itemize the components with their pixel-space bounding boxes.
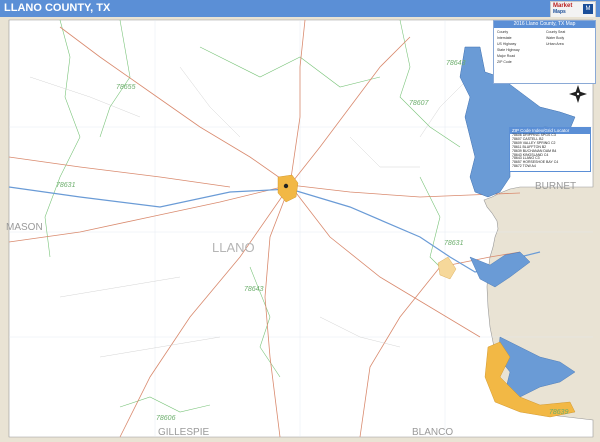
map-legend: 2016 Llano County, TX Map County Interst… bbox=[493, 20, 596, 84]
legend-item: Major Road bbox=[497, 54, 516, 58]
zip-label: 78631 bbox=[56, 182, 76, 189]
county-label: LLANO bbox=[212, 240, 255, 255]
legend-item: Urban Area bbox=[546, 42, 564, 46]
neighbor-mason: MASON bbox=[6, 222, 43, 233]
brand-icon: M bbox=[583, 4, 593, 14]
legend-item: Interstate bbox=[497, 36, 512, 40]
title-bar: LLANO COUNTY, TX Market Maps M bbox=[0, 0, 600, 18]
legend-item: County bbox=[497, 30, 509, 34]
brand-line2: Maps bbox=[553, 9, 566, 15]
neighbor-burnet: BURNET bbox=[535, 181, 576, 192]
zip-label: 78607 bbox=[409, 100, 430, 107]
legend-item: Water Body bbox=[546, 36, 565, 40]
zip-label: 78606 bbox=[156, 415, 176, 422]
brand-logo: Market Maps M bbox=[550, 1, 596, 18]
page-title: LLANO COUNTY, TX bbox=[4, 2, 111, 14]
legend-item: ZIP Code bbox=[497, 60, 512, 64]
legend-item: US Highway bbox=[497, 42, 517, 46]
zip-index-panel: ZIP Code Index/Grid Locator 78606 DRIPPI… bbox=[509, 127, 591, 172]
legend-item: State Highway bbox=[497, 48, 520, 52]
zip-row: 78672 TOW A4 bbox=[512, 164, 536, 169]
zip-label: 78631 bbox=[444, 240, 464, 247]
neighbor-blanco: BLANCO bbox=[412, 427, 453, 438]
zip-label: 78639 bbox=[549, 409, 569, 416]
zip-label: 78655 bbox=[116, 84, 136, 91]
zip-label: 78643 bbox=[446, 60, 466, 67]
legend-item: County Seat bbox=[546, 30, 566, 34]
map-page: LLANO COUNTY, TX Market Maps M LLANO MAS… bbox=[0, 0, 600, 442]
county-seat-icon bbox=[283, 183, 289, 189]
legend-title: 2016 Llano County, TX Map bbox=[494, 21, 595, 28]
neighbor-gillespie: GILLESPIE bbox=[158, 427, 209, 438]
zip-label: 78643 bbox=[244, 286, 264, 293]
